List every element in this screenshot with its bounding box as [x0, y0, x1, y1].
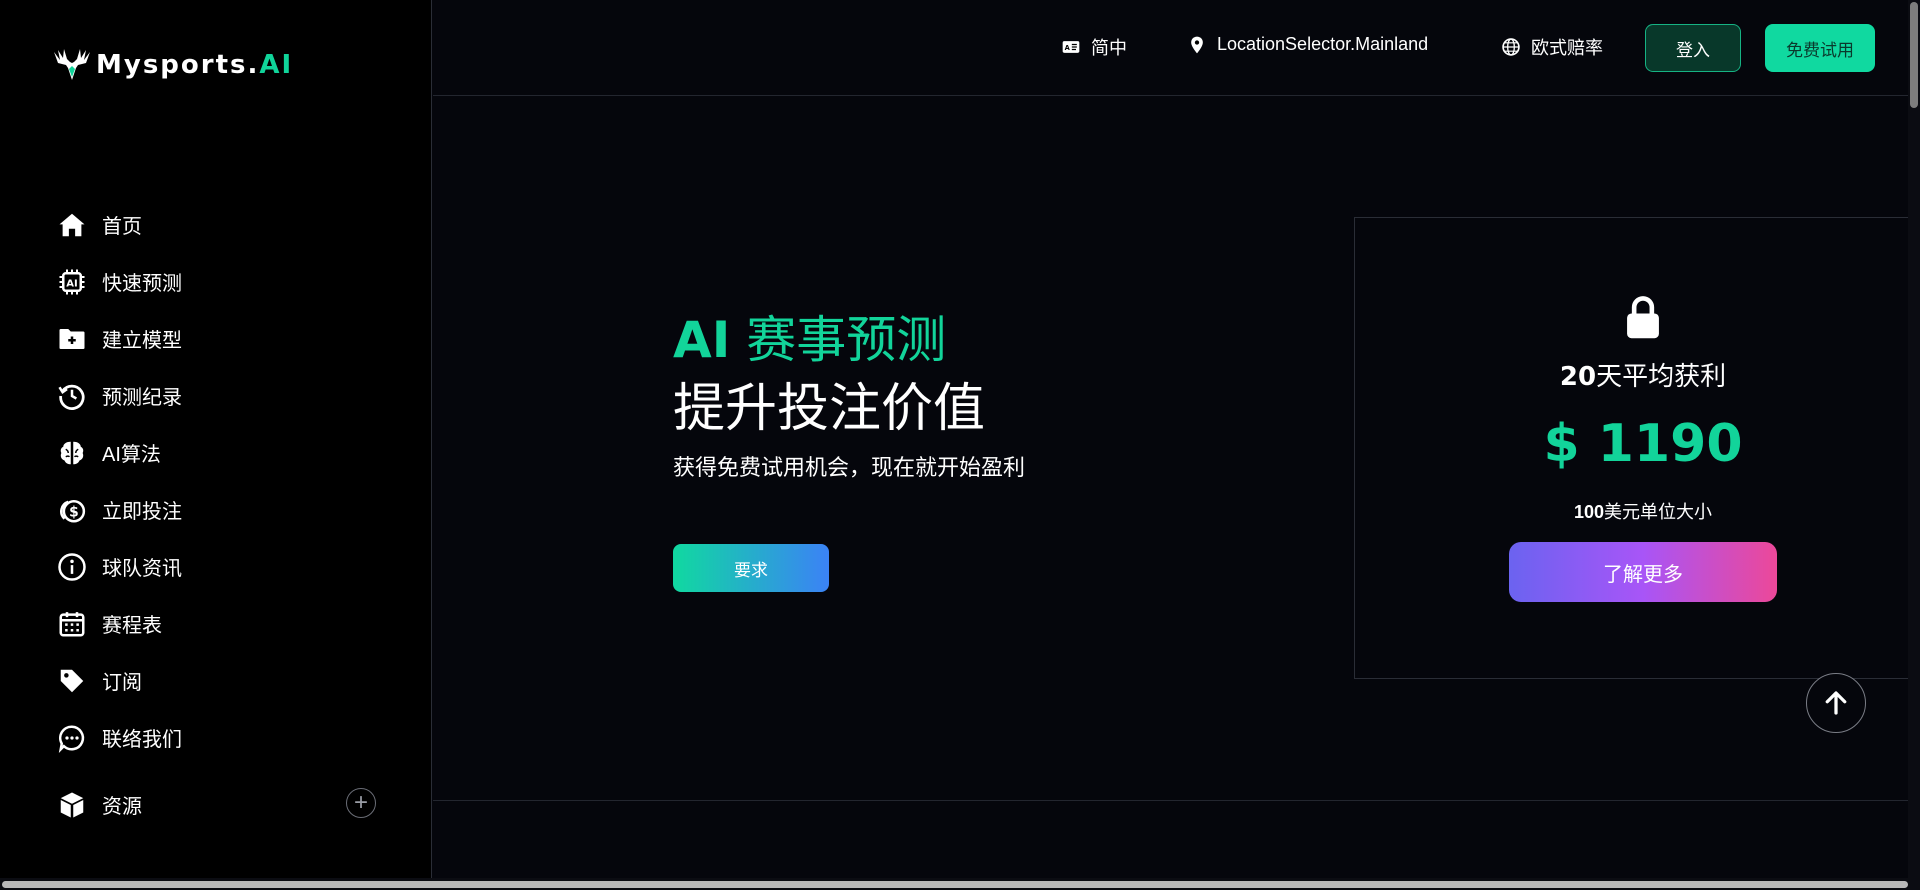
- box-icon: [54, 789, 90, 821]
- svg-text:$: $: [69, 504, 79, 520]
- login-button[interactable]: 登入: [1645, 24, 1741, 72]
- sidebar-item-label: 立即投注: [102, 501, 182, 523]
- sidebar-item-label: 建立模型: [102, 330, 182, 352]
- sidebar-item-build-model[interactable]: 建立模型: [54, 310, 376, 367]
- tag-icon: [54, 665, 90, 697]
- brain-icon: [54, 437, 90, 469]
- hero-subtitle: 获得免费试用机会，现在就开始盈利: [673, 456, 1026, 481]
- lock-icon: [1355, 294, 1920, 345]
- card-amount: $ 1190: [1543, 414, 1743, 474]
- globe-icon: [1502, 38, 1520, 56]
- location-selector[interactable]: LocationSelector.Mainland: [1187, 34, 1428, 55]
- sidebar-item-quick-predict[interactable]: AI 快速预测: [54, 253, 376, 310]
- sidebar-item-resources[interactable]: 资源 +: [54, 776, 376, 833]
- request-button[interactable]: 要求: [673, 544, 829, 592]
- home-icon: [54, 209, 90, 241]
- folder-plus-icon: [54, 323, 90, 355]
- sidebar-item-label: 联络我们: [102, 729, 182, 751]
- profit-card: 20天平均获利 $ 1190 100美元单位大小 了解更多: [1354, 217, 1920, 679]
- sidebar-item-subscribe[interactable]: 订阅: [54, 652, 376, 709]
- odds-format-selector[interactable]: 欧式赔率: [1501, 34, 1603, 60]
- free-trial-button[interactable]: 免费试用: [1765, 24, 1875, 72]
- language-label: 简中: [1091, 38, 1127, 58]
- ai-chip-icon: AI: [54, 266, 90, 298]
- card-unit-label: 100美元单位大小: [1573, 502, 1713, 522]
- sidebar-item-label: 赛程表: [102, 615, 162, 637]
- learn-more-button[interactable]: 了解更多: [1509, 542, 1777, 602]
- language-selector[interactable]: A 简中: [1061, 34, 1127, 60]
- sidebar-nav: 首页 AI 快速预测 建立模型 预测纪录 AI算法 $ 立即投注 球队资讯 赛程…: [54, 196, 376, 833]
- top-header: A 简中 LocationSelector.Mainland 欧式赔率 登入 免…: [433, 0, 1920, 96]
- sidebar-item-ai-algorithm[interactable]: AI算法: [54, 424, 376, 481]
- svg-text:AI: AI: [66, 278, 77, 289]
- sidebar-item-label: AI算法: [102, 444, 161, 466]
- scroll-to-top-button[interactable]: [1806, 673, 1866, 733]
- sidebar-item-schedule[interactable]: 赛程表: [54, 595, 376, 652]
- sidebar-item-contact[interactable]: 联络我们: [54, 709, 376, 766]
- sidebar-item-prediction-history[interactable]: 预测纪录: [54, 367, 376, 424]
- sidebar-item-label: 球队资讯: [102, 558, 182, 580]
- coin-icon: $: [54, 494, 90, 526]
- sidebar-item-label: 首页: [102, 216, 142, 238]
- info-icon: [54, 551, 90, 583]
- sidebar-item-label: 预测纪录: [102, 387, 182, 409]
- vertical-scrollbar-thumb[interactable]: [1910, 2, 1918, 108]
- sidebar-item-team-info[interactable]: 球队资讯: [54, 538, 376, 595]
- horizontal-scrollbar-thumb[interactable]: [2, 881, 1908, 888]
- sidebar-item-label: 快速预测: [102, 273, 182, 295]
- calendar-icon: [54, 608, 90, 640]
- card-days-label: 20天平均获利: [1559, 361, 1727, 392]
- hero-title-line2: 提升投注价值: [673, 379, 986, 439]
- section-divider: [433, 800, 1910, 801]
- svg-text:A: A: [1065, 44, 1071, 52]
- sidebar-item-label: 订阅: [102, 672, 142, 694]
- sidebar-item-label: 资源: [102, 796, 142, 818]
- deer-logo-icon: [54, 49, 90, 80]
- history-icon: [54, 380, 90, 412]
- brand-name: Mysports.AI: [96, 50, 294, 80]
- location-pin-icon: [1191, 36, 1203, 53]
- sidebar-item-bet-now[interactable]: $ 立即投注: [54, 481, 376, 538]
- horizontal-scrollbar[interactable]: [0, 878, 1920, 890]
- arrow-up-icon: [1825, 691, 1847, 715]
- language-icon: A: [1062, 41, 1080, 53]
- odds-format-label: 欧式赔率: [1531, 38, 1603, 58]
- chat-icon: [54, 722, 90, 754]
- hero-title: AI 赛事预测: [673, 311, 947, 369]
- sidebar-item-home[interactable]: 首页: [54, 196, 376, 253]
- brand-logo[interactable]: Mysports.AI: [50, 46, 293, 84]
- location-label: LocationSelector.Mainland: [1217, 34, 1429, 54]
- sidebar: Mysports.AI 首页 AI 快速预测 建立模型 预测纪录 AI算法 $ …: [0, 0, 432, 890]
- plus-circle-icon[interactable]: +: [346, 788, 376, 818]
- vertical-scrollbar[interactable]: [1908, 0, 1920, 878]
